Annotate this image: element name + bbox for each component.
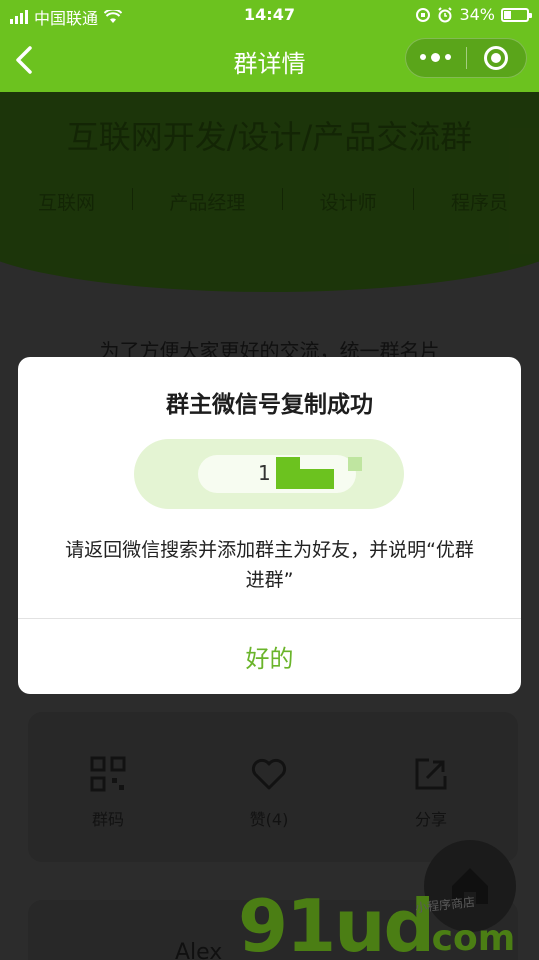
top-bar: 中国联通 14:47 34% 群详情 xyxy=(0,0,539,92)
target-icon xyxy=(484,46,509,70)
dialog-title: 群主微信号复制成功 xyxy=(166,392,373,418)
battery-icon xyxy=(501,7,532,22)
nav-bar: 群详情 xyxy=(0,30,539,92)
wechat-id-text: 1 xyxy=(258,461,271,485)
miniprogram-capsule xyxy=(405,38,527,78)
close-miniprogram-button[interactable] xyxy=(467,46,527,70)
masked-block xyxy=(276,457,300,489)
wechat-id-badge: 1 xyxy=(134,439,404,509)
masked-block xyxy=(348,457,362,471)
alarm-icon xyxy=(438,6,453,22)
confirm-button[interactable]: 好的 xyxy=(18,619,521,694)
group-detail-page: 中国联通 14:47 34% 群详情 互联网开发/设计/产品交流群 互联网 产品… xyxy=(0,0,539,960)
orientation-lock-icon xyxy=(416,7,431,22)
copy-success-dialog: 群主微信号复制成功 1 请返回微信搜索并添加群主为好友，并说明“优群 进群” 好… xyxy=(18,357,521,694)
status-bar: 中国联通 14:47 34% xyxy=(0,0,539,30)
more-menu-icon[interactable] xyxy=(406,53,466,62)
battery-percent: 34% xyxy=(459,5,495,24)
dialog-description: 请返回微信搜索并添加群主为好友，并说明“优群 进群” xyxy=(65,539,474,591)
masked-block xyxy=(300,469,334,489)
